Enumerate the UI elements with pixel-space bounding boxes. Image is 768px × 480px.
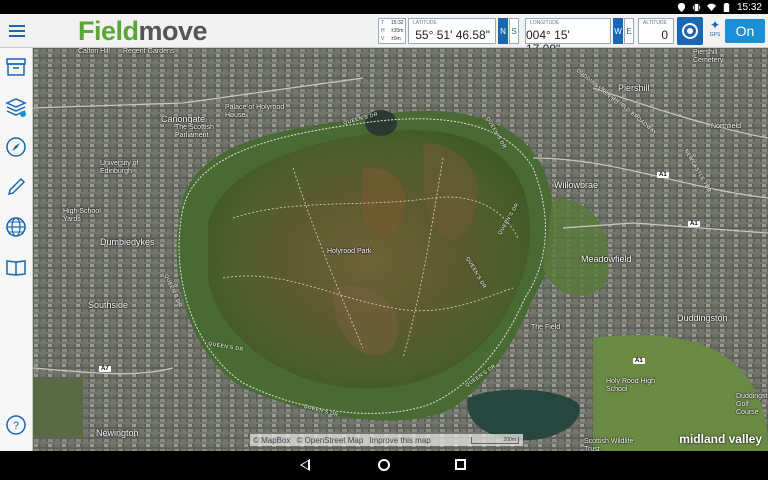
hemisphere-s-button[interactable]: S xyxy=(509,18,519,44)
map-label-the-field: The Field xyxy=(531,324,561,331)
map-label-holy-rood-high: Holy Rood High School xyxy=(606,378,656,393)
book-icon[interactable] xyxy=(5,256,27,278)
map-label-university: University of Edinburgh xyxy=(100,160,139,175)
map-label-scottish: The Scottish Parliament xyxy=(175,124,214,139)
fieldmove-logo: Fieldmove xyxy=(78,16,208,46)
recent-apps-icon[interactable] xyxy=(455,459,466,470)
map-label-canongate: Canongate xyxy=(161,114,206,124)
svg-text:?: ? xyxy=(13,420,19,432)
location-icon xyxy=(677,2,686,12)
map-layers-icon[interactable] xyxy=(5,96,27,118)
hamburger-menu-icon[interactable] xyxy=(0,14,33,48)
map-label-duddingston-golf: Duddingston Golf Course xyxy=(736,393,768,416)
gps-satellite-icon[interactable]: ✦ GPS xyxy=(706,18,724,44)
pencil-icon[interactable] xyxy=(5,176,27,198)
archive-box-icon[interactable] xyxy=(5,56,27,78)
map-label-holyrood-park: Holyrood Park xyxy=(327,248,372,255)
road-shield-a7: A7 xyxy=(99,366,111,372)
left-toolbar: ? xyxy=(0,48,33,451)
scale-bar: 200m xyxy=(471,436,519,444)
road-shield-a1: A1 xyxy=(657,172,669,178)
map-label-southside: Southside xyxy=(88,300,129,310)
vibrate-icon xyxy=(692,3,701,11)
map-label-dumbiedykes: Dumbiedykes xyxy=(100,237,155,247)
hemisphere-e-button[interactable]: E xyxy=(624,18,634,44)
map-label-northfield: Northfield xyxy=(711,123,741,130)
longitude-field[interactable]: LONGITUDE 004° 15' 17.09" xyxy=(525,18,611,56)
midland-valley-logo: midland valley xyxy=(679,432,762,446)
hemisphere-w-button[interactable]: W xyxy=(613,18,623,44)
map-label-duddingston: Duddingston xyxy=(677,313,728,323)
home-icon[interactable] xyxy=(378,459,390,471)
fieldmove-app: 15:32 Fieldmove T 15:32 H ±20m V ±0m LAT… xyxy=(0,0,768,480)
gps-on-toggle[interactable]: On xyxy=(725,19,765,43)
hemisphere-n-button[interactable]: N xyxy=(498,18,508,44)
mapbox-attribution-link[interactable]: © MapBox xyxy=(253,436,290,445)
compass-icon[interactable] xyxy=(5,136,27,158)
road-shield-a1: A1 xyxy=(688,221,700,227)
map-label-regent: Regent Gardens xyxy=(123,48,175,55)
globe-icon[interactable] xyxy=(5,216,27,238)
altitude-field[interactable]: ALTITUDE 0 xyxy=(638,18,674,44)
satellite-map[interactable]: Calton Hill Regent Gardens Canongate Pal… xyxy=(33,48,768,451)
map-label-highschool: High School Yards xyxy=(63,208,101,223)
map-label-wildlife-trust: Scottish Wildlife Trust xyxy=(584,438,634,451)
latitude-field[interactable]: LATITUDE 55° 51' 46.58" xyxy=(408,18,496,44)
back-icon[interactable] xyxy=(300,459,310,471)
map-label-meadowfield: Meadowfield xyxy=(581,254,632,264)
map-label-willowbrae: Willowbrae xyxy=(554,180,599,190)
help-icon[interactable]: ? xyxy=(5,414,27,436)
map-label-piershill-cemetery: Piershill Cemetery xyxy=(693,49,724,64)
app-bar: Fieldmove T 15:32 H ±20m V ±0m LATITUDE … xyxy=(0,14,768,56)
map-label-palace: Palace of Holyrood House xyxy=(225,104,285,119)
android-nav-bar xyxy=(0,451,768,480)
road-shield-a1: A1 xyxy=(633,358,645,364)
map-label-calton: Calton Hill xyxy=(78,48,110,55)
map-attribution-bar: © MapBox © OpenStreet Map Improve this m… xyxy=(250,434,523,446)
status-bar: 15:32 xyxy=(0,0,768,14)
map-label-newington: Newington xyxy=(96,428,139,438)
battery-icon xyxy=(723,2,730,12)
locate-target-icon[interactable] xyxy=(677,17,703,45)
improve-map-link[interactable]: Improve this map xyxy=(369,436,430,445)
status-time: 15:32 xyxy=(736,1,762,13)
osm-attribution-link[interactable]: © OpenStreet Map xyxy=(296,436,363,445)
wifi-icon xyxy=(706,3,716,11)
gps-precision-readout: T 15:32 H ±20m V ±0m xyxy=(378,18,406,44)
map-label-piershill: Piershill xyxy=(618,83,650,93)
